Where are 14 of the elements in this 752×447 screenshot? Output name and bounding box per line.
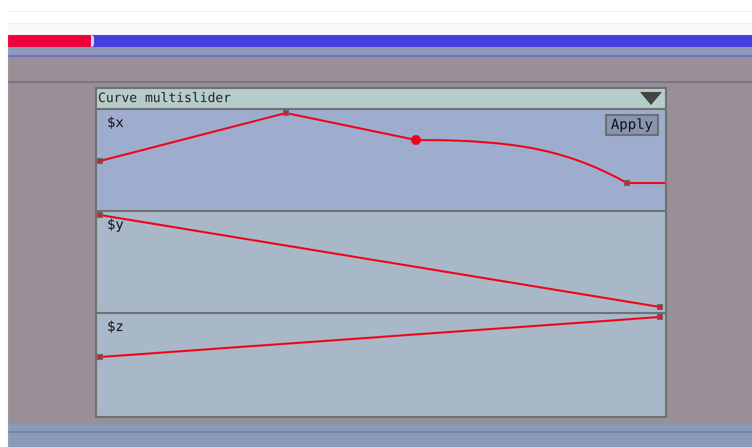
curve-label: $y [107, 218, 124, 232]
curve-label: $z [107, 320, 124, 334]
curve-handle[interactable] [624, 180, 630, 186]
curve-handle[interactable] [97, 354, 103, 360]
apply-button[interactable]: Apply [604, 114, 659, 136]
panel-title: Curve multislider [98, 92, 232, 105]
curve-row[interactable]: $x Apply [97, 110, 665, 212]
active-handle[interactable] [411, 135, 421, 145]
curve-handle[interactable] [97, 158, 103, 164]
curve-label: $x [107, 116, 124, 130]
dropdown-arrow-icon[interactable] [640, 92, 662, 106]
curve-handle[interactable] [97, 212, 103, 218]
curve-row[interactable]: $y [97, 212, 665, 314]
curve-handle[interactable] [283, 110, 289, 116]
